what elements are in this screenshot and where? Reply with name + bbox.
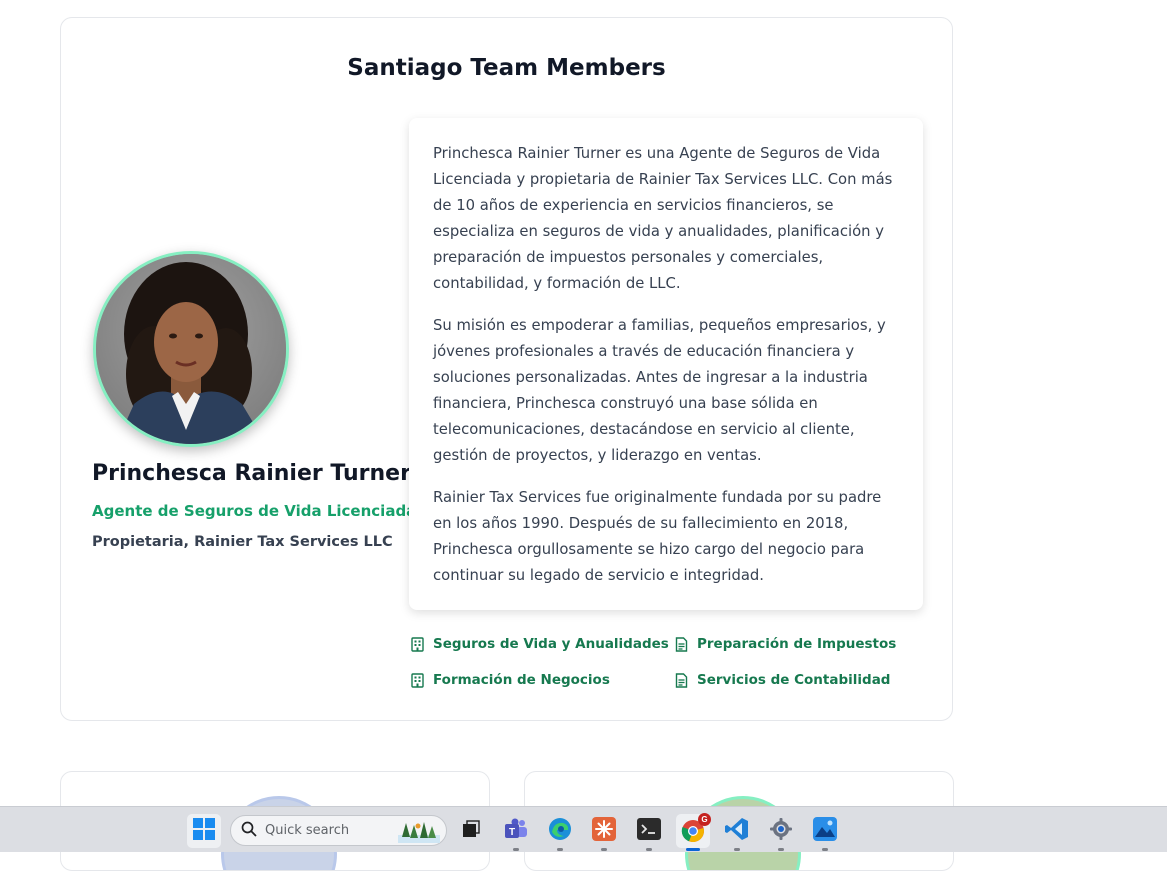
claude-icon xyxy=(592,817,616,845)
building-icon xyxy=(411,636,424,652)
bio-paragraph: Rainier Tax Services fue originalmente f… xyxy=(433,489,882,584)
claude-button[interactable] xyxy=(587,814,621,851)
section-title: Santiago Team Members xyxy=(347,55,666,81)
quick-search-input[interactable]: Quick search xyxy=(230,815,447,846)
bio-box: Princhesca Rainier Turner es una Agente … xyxy=(409,118,923,610)
task-view-icon xyxy=(461,819,481,843)
document-icon xyxy=(675,636,688,652)
photos-button[interactable] xyxy=(808,814,842,851)
service-label: Servicios de Contabilidad xyxy=(697,672,891,688)
active-indicator xyxy=(686,848,700,851)
settings-icon xyxy=(769,817,793,845)
building-icon xyxy=(411,672,424,688)
document-icon xyxy=(675,672,688,688)
photos-icon xyxy=(813,817,837,845)
running-indicator xyxy=(646,848,652,851)
teams-button[interactable]: T xyxy=(499,814,533,851)
start-button[interactable] xyxy=(187,814,221,848)
teams-icon: T xyxy=(504,818,528,844)
team-members-card: Santiago Team Members Princhesca Rainier… xyxy=(60,17,953,721)
search-highlight-icon xyxy=(398,819,440,847)
vscode-icon xyxy=(725,817,749,845)
taskbar: Quick search T G xyxy=(0,806,1167,852)
member-title: Agente de Seguros de Vida Licenciada xyxy=(92,502,417,520)
search-placeholder: Quick search xyxy=(265,823,350,838)
bio-paragraph: Su misión es empoderar a familias, peque… xyxy=(433,317,886,464)
member-name: Princhesca Rainier Turner xyxy=(92,461,411,486)
member-company: Propietaria, Rainier Tax Services LLC xyxy=(92,534,393,550)
service-label: Seguros de Vida y Anualidades xyxy=(433,636,669,652)
running-indicator xyxy=(513,848,519,851)
service-life-insurance: Seguros de Vida y Anualidades xyxy=(411,636,669,652)
service-accounting: Servicios de Contabilidad xyxy=(675,672,890,688)
edge-icon xyxy=(548,817,572,845)
service-business-formation: Formación de Negocios xyxy=(411,672,610,688)
bio-paragraph: Princhesca Rainier Turner es una Agente … xyxy=(433,145,893,292)
chrome-icon: G xyxy=(681,813,711,843)
running-indicator xyxy=(734,848,740,851)
running-indicator xyxy=(778,848,784,851)
search-icon xyxy=(241,821,257,841)
service-label: Formación de Negocios xyxy=(433,672,610,688)
svg-text:T: T xyxy=(509,827,515,838)
settings-button[interactable] xyxy=(764,814,798,851)
edge-button[interactable] xyxy=(543,814,577,851)
member-avatar xyxy=(93,251,289,447)
running-indicator xyxy=(601,848,607,851)
chrome-button[interactable]: G xyxy=(676,813,711,851)
terminal-button[interactable] xyxy=(632,814,666,851)
start-icon xyxy=(193,818,215,844)
vscode-button[interactable] xyxy=(720,814,754,851)
task-view-button[interactable] xyxy=(454,814,488,848)
running-indicator xyxy=(557,848,563,851)
service-tax-prep: Preparación de Impuestos xyxy=(675,636,896,652)
running-indicator xyxy=(822,848,828,851)
chrome-profile-badge: G xyxy=(698,813,711,826)
service-label: Preparación de Impuestos xyxy=(697,636,897,652)
terminal-icon xyxy=(637,818,661,844)
